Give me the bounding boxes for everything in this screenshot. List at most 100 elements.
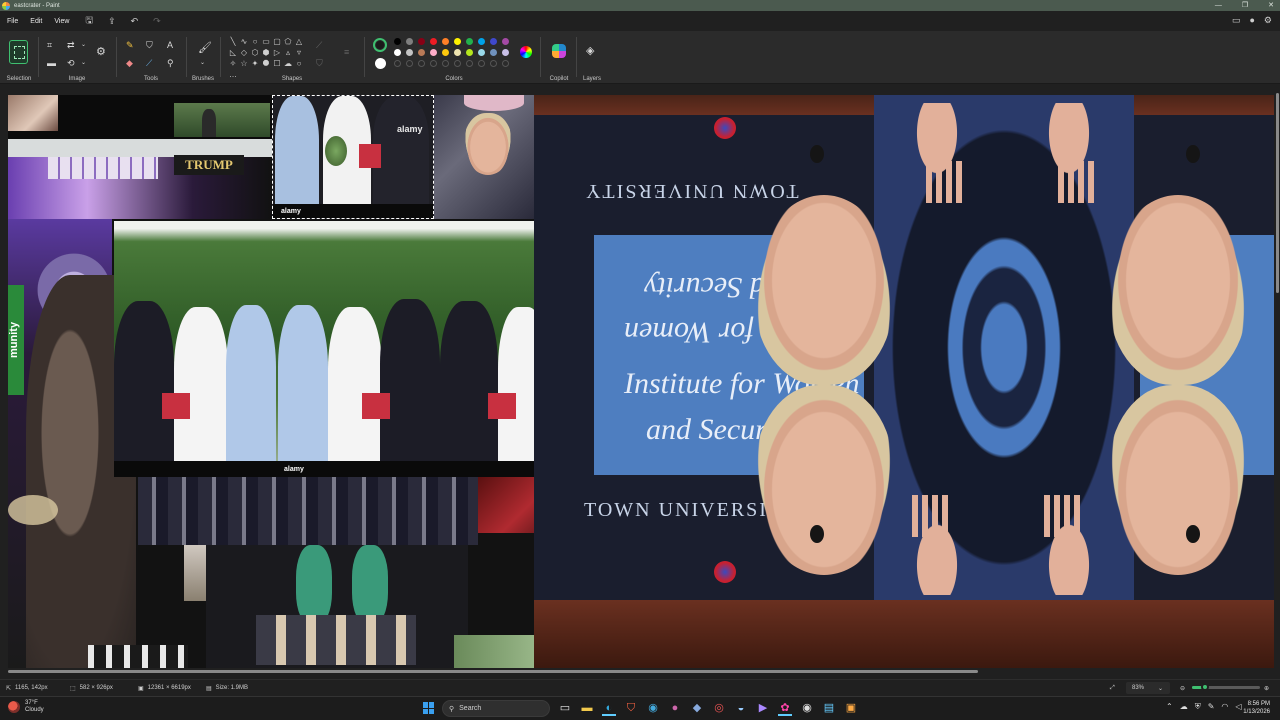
palette-swatch[interactable]	[442, 38, 449, 45]
shape-fill-icon[interactable]: ⛉	[316, 58, 323, 68]
file-explorer-icon[interactable]: ▬	[580, 700, 594, 716]
account-icon[interactable]: ●	[1249, 15, 1254, 26]
comment-icon[interactable]: ▭	[1232, 15, 1241, 26]
rotate-dropdown-icon[interactable]: ⌄	[81, 58, 86, 68]
vertical-scrollbar[interactable]	[1274, 85, 1280, 668]
custom-color-slot[interactable]	[454, 60, 461, 67]
shape-option-icon[interactable]: ⬠	[283, 37, 293, 47]
palette-swatch[interactable]	[442, 49, 449, 56]
palette-swatch[interactable]	[406, 38, 413, 45]
text-icon[interactable]: A	[167, 40, 173, 50]
shape-option-icon[interactable]: ✦	[250, 59, 260, 69]
settings-icon[interactable]: ⚙	[1264, 15, 1272, 26]
palette-swatch[interactable]	[454, 38, 461, 45]
palette-swatch[interactable]	[394, 49, 401, 56]
palette-swatch[interactable]	[466, 49, 473, 56]
save-icon[interactable]: 🖫	[85, 13, 93, 29]
edge-icon[interactable]: ◐	[602, 700, 616, 716]
terminal-icon[interactable]: ▶	[756, 700, 770, 716]
notepad-icon[interactable]: ▤	[822, 700, 836, 716]
palette-swatch[interactable]	[454, 49, 461, 56]
shape-option-icon[interactable]: ▢	[272, 37, 282, 47]
palette-swatch[interactable]	[490, 38, 497, 45]
select-all-icon[interactable]: ▬	[47, 58, 56, 68]
selection-tool-button[interactable]	[9, 40, 28, 64]
share-icon[interactable]: ⇪	[108, 16, 116, 27]
shape-option-icon[interactable]: ⯃	[261, 59, 271, 69]
secondary-color-button[interactable]	[375, 58, 386, 69]
palette-swatch[interactable]	[430, 49, 437, 56]
shape-outline-icon[interactable]: ⟋	[316, 40, 322, 50]
volume-icon[interactable]: ◁	[1235, 702, 1241, 712]
custom-color-slot[interactable]	[394, 60, 401, 67]
taskbar-search[interactable]: ⚲ Search	[442, 700, 550, 717]
shape-option-icon[interactable]: …	[228, 70, 238, 80]
steam-icon[interactable]: ◒	[734, 700, 748, 716]
brush-icon[interactable]: 🖌	[198, 43, 212, 54]
paint-icon[interactable]: ✿	[778, 700, 792, 716]
vscode-icon[interactable]: ◆	[690, 700, 704, 716]
shape-option-icon[interactable]: △	[294, 37, 304, 47]
palette-swatch[interactable]	[478, 49, 485, 56]
horizontal-scrollbar[interactable]	[8, 668, 1274, 674]
zoom-out-button[interactable]: ⊖	[1180, 685, 1185, 692]
palette-swatch[interactable]	[502, 49, 509, 56]
chevron-up-icon[interactable]: ⌃	[1166, 702, 1173, 712]
resize-dropdown-icon[interactable]: ⌄	[81, 40, 86, 50]
shape-option-icon[interactable]: ▿	[294, 48, 304, 58]
custom-color-slot[interactable]	[442, 60, 449, 67]
crop-icon[interactable]: ⌗	[47, 40, 52, 50]
custom-color-slot[interactable]	[502, 60, 509, 67]
maximize-button[interactable]: ❐	[1242, 0, 1248, 11]
menu-edit[interactable]: Edit	[30, 18, 42, 25]
palette-swatch[interactable]	[466, 38, 473, 45]
eraser-icon[interactable]: ◆	[126, 58, 133, 68]
safari-icon[interactable]: ◉	[646, 700, 660, 716]
custom-color-slot[interactable]	[418, 60, 425, 67]
shape-size-icon[interactable]: ≡	[344, 47, 349, 57]
palette-swatch[interactable]	[478, 38, 485, 45]
palette-swatch[interactable]	[430, 38, 437, 45]
shield-icon[interactable]: ⛨	[1195, 702, 1201, 712]
redo-icon[interactable]: ↷	[153, 16, 161, 27]
shape-option-icon[interactable]: ☁	[283, 59, 293, 69]
fit-to-window-button[interactable]: ⤢	[1110, 685, 1115, 692]
onedrive-icon[interactable]: ☁	[1180, 702, 1188, 712]
color-picker-icon[interactable]: ⟋	[146, 58, 152, 68]
clock[interactable]: 8:56 PM 1/13/2026	[1243, 700, 1270, 716]
palette-swatch[interactable]	[418, 38, 425, 45]
minimize-button[interactable]: —	[1215, 0, 1222, 11]
wifi-icon[interactable]: ◠	[1221, 702, 1228, 712]
wedding-photo-selection[interactable]: alamy alamy	[272, 95, 434, 219]
zoom-slider[interactable]	[1192, 683, 1260, 691]
palette-swatch[interactable]	[490, 49, 497, 56]
shape-option-icon[interactable]: ▵	[283, 48, 293, 58]
rotate-icon[interactable]: ⟲	[67, 58, 75, 68]
start-button[interactable]	[423, 702, 435, 714]
layers-icon[interactable]: ◈	[586, 46, 594, 57]
zoom-dropdown[interactable]: 83% ⌄	[1126, 682, 1170, 694]
shape-option-icon[interactable]: ⬡	[250, 48, 260, 58]
shape-option-icon[interactable]: ⬢	[261, 48, 271, 58]
magnifier-icon[interactable]: ⚲	[167, 58, 174, 68]
weather-widget[interactable]: 37°F Cloudy	[8, 700, 44, 714]
shape-option-icon[interactable]: ▷	[272, 48, 282, 58]
custom-color-slot[interactable]	[430, 60, 437, 67]
primary-color-button[interactable]	[373, 38, 387, 52]
shape-option-icon[interactable]: ◺	[228, 48, 238, 58]
shape-option-icon[interactable]: ◇	[239, 48, 249, 58]
shape-option-icon[interactable]: ╲	[228, 37, 238, 47]
zoom-in-button[interactable]: ⊕	[1264, 685, 1269, 692]
drawing-canvas[interactable]: TRUMP munity alamy alamy alamy Institute…	[8, 95, 1274, 670]
task-view-icon[interactable]: ▭	[558, 700, 572, 716]
custom-color-slot[interactable]	[478, 60, 485, 67]
shape-option-icon[interactable]: ○	[250, 37, 260, 47]
shape-option-icon[interactable]: ☆	[239, 59, 249, 69]
copilot-icon[interactable]	[552, 44, 566, 58]
undo-icon[interactable]: ↶	[131, 16, 139, 27]
chrome-icon[interactable]: ◎	[712, 700, 726, 716]
custom-color-slot[interactable]	[466, 60, 473, 67]
shape-option-icon[interactable]: ∿	[239, 37, 249, 47]
palette-swatch[interactable]	[394, 38, 401, 45]
brush-dropdown-icon[interactable]: ⌄	[200, 58, 205, 68]
